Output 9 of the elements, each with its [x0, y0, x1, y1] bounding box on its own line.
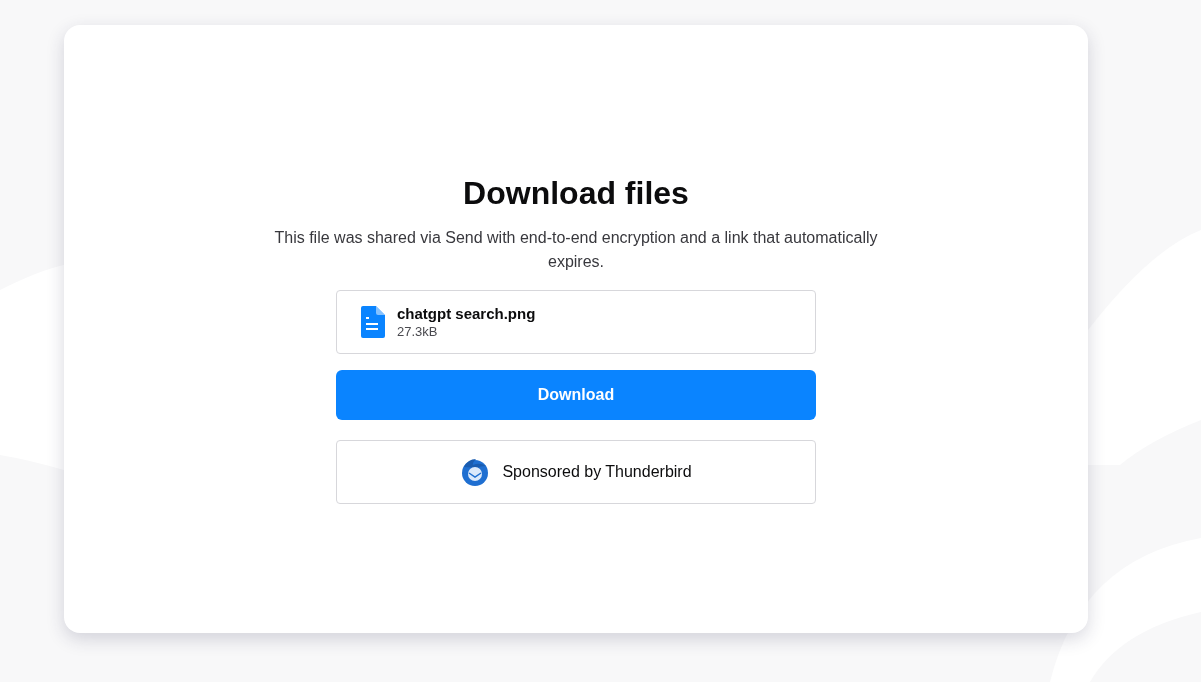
sponsor-banner[interactable]: Sponsored by Thunderbird — [336, 440, 816, 504]
file-name: chatgpt search.png — [397, 305, 536, 322]
file-size: 27.3kB — [397, 324, 439, 339]
download-button[interactable]: Download — [336, 370, 816, 420]
page-title: Download files — [463, 175, 689, 212]
sponsor-text: Sponsored by Thunderbird — [502, 463, 692, 481]
description-text: This file was shared via Send with end-to-end encryption and a link that automatically expires. — [273, 228, 879, 272]
bird-logo-icon — [460, 457, 491, 487]
document-icon — [361, 306, 385, 338]
